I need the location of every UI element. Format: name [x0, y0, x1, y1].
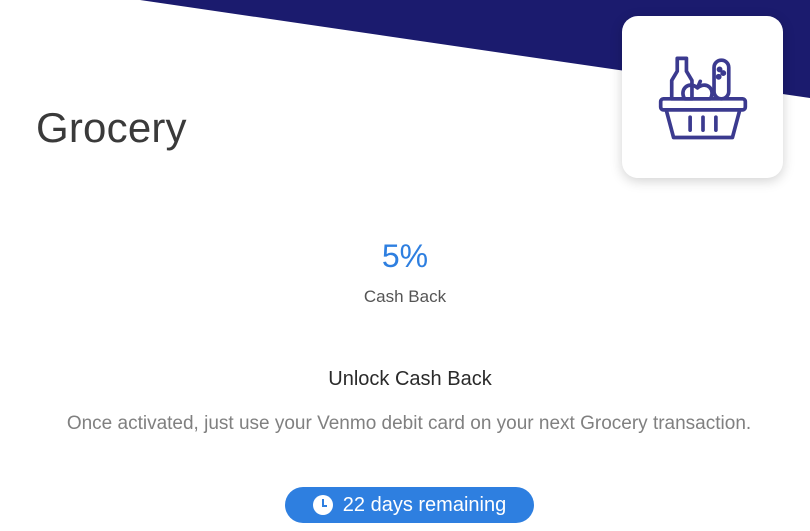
grocery-basket-icon: [658, 56, 747, 140]
days-remaining-label: 22 days remaining: [342, 493, 507, 516]
page-title: Grocery: [36, 104, 187, 151]
category-icon-card: [622, 16, 783, 178]
unlock-description: Once activated, just use your Venmo debi…: [66, 413, 752, 434]
days-remaining-badge: 22 days remaining: [285, 487, 534, 523]
cashback-percent: 5%: [381, 238, 429, 274]
clock-icon: [312, 495, 333, 515]
unlock-title: Unlock Cash Back: [328, 368, 492, 390]
cashback-label: Cash Back: [363, 287, 447, 306]
